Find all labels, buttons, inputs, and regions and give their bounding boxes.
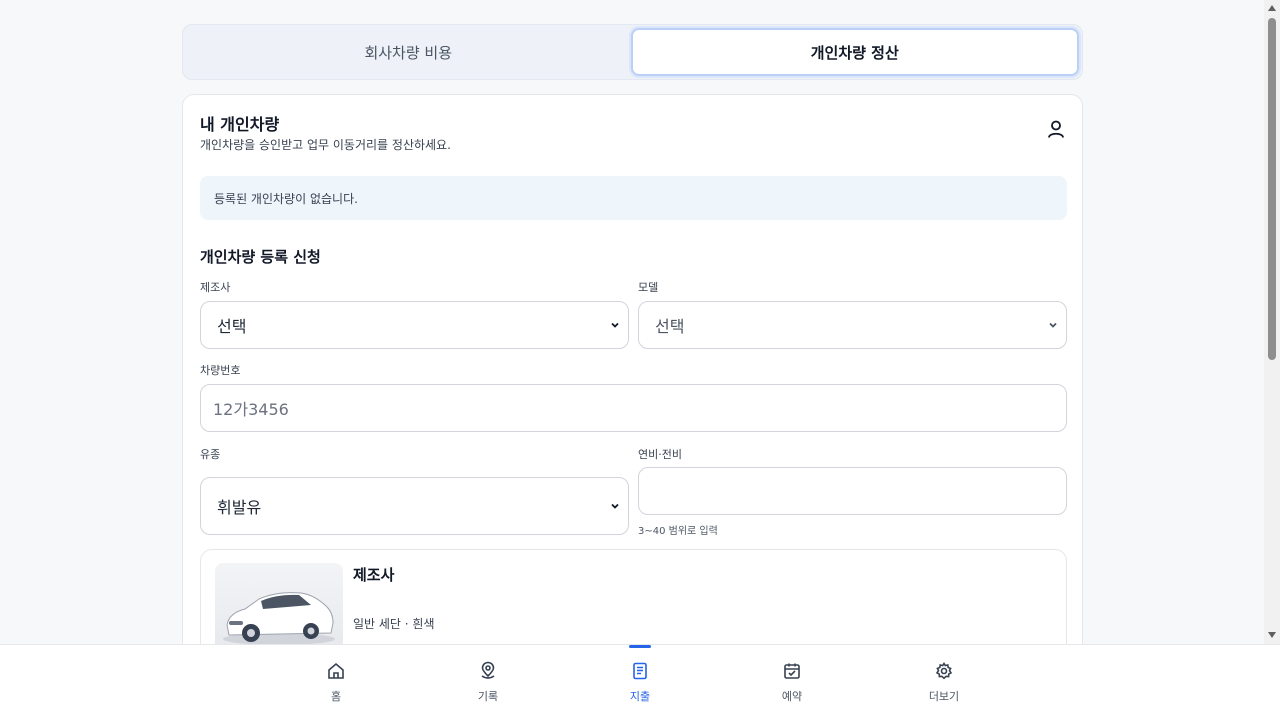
nav-more[interactable]: 더보기	[904, 645, 984, 720]
scroll-up-icon[interactable]	[1268, 5, 1276, 11]
nav-records-label: 기록	[477, 690, 499, 703]
nav-records[interactable]: 기록	[448, 645, 528, 720]
sedan-icon	[223, 592, 335, 644]
nav-home[interactable]: 홈	[296, 645, 376, 720]
calendar-check-icon	[784, 663, 800, 679]
card-title: 내 개인차량	[200, 115, 280, 134]
chevron-down-icon	[611, 322, 619, 328]
model-select[interactable]: 선택	[638, 301, 1067, 349]
personal-vehicle-card: 내 개인차량 개인차량을 승인받고 업무 이동거리를 정산하세요. 등록된 개인…	[182, 94, 1083, 644]
nav-expenses[interactable]: 지출	[600, 645, 680, 720]
scroll-thumb[interactable]	[1268, 18, 1276, 360]
plate-label: 차량번호	[200, 364, 241, 377]
car-description: 일반 세단 · 흰색	[353, 617, 435, 631]
bottom-nav: 홈 기록 지출 예약 더보기	[0, 644, 1280, 720]
vehicle-preview-card: 제조사 일반 세단 · 흰색	[200, 549, 1067, 644]
model-select-value: 선택	[655, 317, 685, 336]
tab-personal-vehicle-settlement[interactable]: 개인차량 정산	[630, 28, 1079, 76]
receipt-icon	[633, 662, 647, 680]
efficiency-hint: 3~40 범위로 입력	[638, 526, 718, 537]
nav-more-label: 더보기	[928, 690, 960, 703]
car-maker-name: 제조사	[353, 566, 395, 584]
fuel-select[interactable]: 휘발유	[200, 477, 629, 535]
chevron-down-icon	[1049, 322, 1057, 328]
nav-reservations[interactable]: 예약	[752, 645, 832, 720]
chevron-down-icon	[611, 503, 619, 509]
no-vehicle-notice: 등록된 개인차량이 없습니다.	[200, 176, 1067, 220]
fuel-select-value: 휘발유	[217, 498, 262, 517]
active-tab-indicator	[629, 645, 651, 648]
maker-label: 제조사	[200, 281, 231, 294]
nav-home-label: 홈	[330, 690, 342, 703]
nav-reservations-label: 예약	[781, 690, 803, 703]
location-pin-icon	[481, 661, 495, 679]
efficiency-label: 연비·전비	[638, 448, 682, 461]
register-section-title: 개인차량 등록 신청	[200, 248, 321, 266]
scroll-down-icon[interactable]	[1268, 632, 1276, 638]
gear-icon	[935, 661, 953, 680]
home-icon	[328, 662, 344, 679]
efficiency-input[interactable]	[638, 467, 1067, 515]
person-icon[interactable]	[1046, 119, 1066, 139]
maker-select-value: 선택	[217, 317, 247, 336]
scrollbar[interactable]	[1264, 0, 1280, 644]
fuel-label: 유종	[200, 448, 221, 461]
page: 회사차량 비용 개인차량 정산 내 개인차량 개인차량을 승인받고 업무 이동거…	[0, 0, 1264, 644]
tab-bar: 회사차량 비용 개인차량 정산	[182, 24, 1083, 80]
car-image	[215, 563, 343, 644]
nav-expenses-label: 지출	[629, 690, 651, 703]
tab-company-vehicle-cost[interactable]: 회사차량 비용	[186, 28, 631, 76]
card-subtitle: 개인차량을 승인받고 업무 이동거리를 정산하세요.	[200, 138, 451, 152]
plate-input-placeholder: 12가3456	[213, 400, 289, 419]
model-label: 모델	[638, 281, 659, 294]
plate-input[interactable]: 12가3456	[200, 384, 1067, 432]
maker-select[interactable]: 선택	[200, 301, 629, 349]
